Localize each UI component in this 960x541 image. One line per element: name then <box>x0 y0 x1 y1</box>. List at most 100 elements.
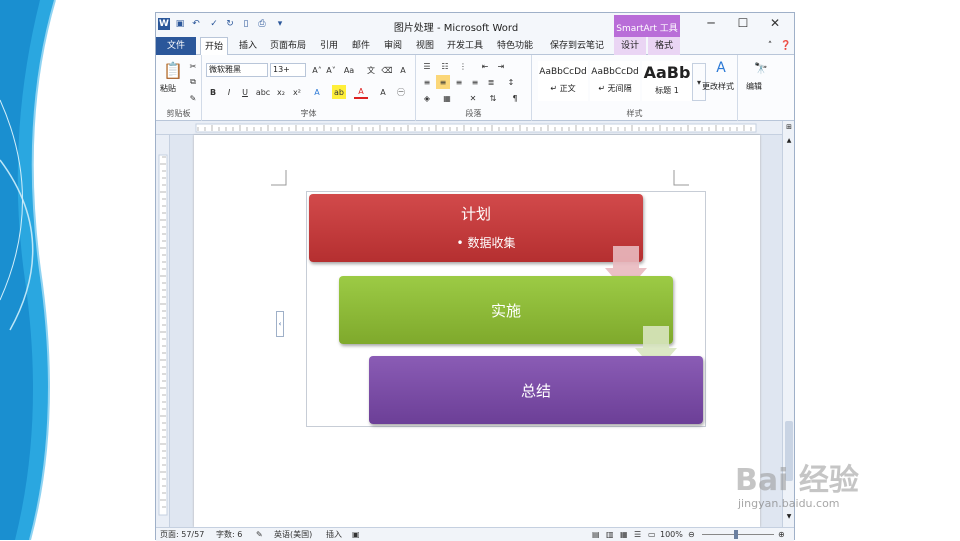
text-pane-toggle[interactable]: ‹ <box>276 311 284 337</box>
chinese-layout-icon[interactable]: ✕ <box>466 91 480 105</box>
enclosed-char-icon[interactable]: ㊀ <box>394 85 408 99</box>
tab-design[interactable]: 设计 <box>614 37 646 55</box>
phonetic-guide-icon[interactable]: 文 <box>364 63 378 77</box>
zoom-slider[interactable] <box>702 534 774 535</box>
document-page[interactable]: 计划 • 数据收集 实施 总结 ‹ <box>194 135 760 527</box>
editing-label[interactable]: 编辑 <box>746 81 762 92</box>
page-indicator[interactable]: 页面: 57/57 <box>160 529 204 541</box>
show-marks-icon[interactable]: ¶ <box>508 91 522 105</box>
zoom-out-icon[interactable]: ⊖ <box>688 529 695 541</box>
tab-format[interactable]: 格式 <box>648 37 680 55</box>
underline-icon[interactable]: U <box>238 85 252 99</box>
smartart-frame[interactable]: 计划 • 数据收集 实施 总结 <box>306 191 706 427</box>
tab-page-layout[interactable]: 页面布局 <box>266 37 310 55</box>
bullets-icon[interactable]: ☰ <box>420 59 434 73</box>
char-shading-icon[interactable]: A <box>376 85 390 99</box>
clear-format-icon[interactable]: ⌫ <box>380 63 394 77</box>
customize-qat-icon[interactable]: ▾ <box>274 18 286 30</box>
borders-icon[interactable]: ▦ <box>440 91 454 105</box>
change-styles-label[interactable]: 更改样式 <box>698 81 738 92</box>
zoom-in-icon[interactable]: ⊕ <box>778 529 785 541</box>
horizontal-ruler[interactable] <box>156 121 794 135</box>
style-heading1[interactable]: AaBb 标题 1 <box>642 61 692 101</box>
tab-references[interactable]: 引用 <box>314 37 344 55</box>
style-normal[interactable]: AaBbCcDd ↵ 正文 <box>538 61 588 101</box>
tab-home[interactable]: 开始 <box>200 37 228 56</box>
zoom-slider-thumb[interactable] <box>734 530 738 539</box>
tab-save-to-cloud[interactable]: 保存到云笔记 <box>542 37 612 55</box>
tab-insert[interactable]: 插入 <box>232 37 264 55</box>
copy-icon[interactable]: ⧉ <box>186 75 200 89</box>
tab-review[interactable]: 审阅 <box>378 37 408 55</box>
shading-icon[interactable]: ◈ <box>420 91 434 105</box>
full-screen-icon[interactable]: ▥ <box>606 529 614 541</box>
tab-mailings[interactable]: 邮件 <box>346 37 376 55</box>
tab-file[interactable]: 文件 <box>156 37 196 55</box>
strikethrough-icon[interactable]: abc <box>256 85 270 99</box>
word-count[interactable]: 字数: 6 <box>216 529 242 541</box>
binoculars-icon[interactable]: 🔭 <box>750 59 772 77</box>
italic-icon[interactable]: I <box>222 85 236 99</box>
maximize-button[interactable]: ☐ <box>728 16 758 34</box>
undo-icon[interactable]: ↶ <box>190 18 202 30</box>
increase-indent-icon[interactable]: ⇥ <box>494 59 508 73</box>
multilevel-list-icon[interactable]: ⋮ <box>456 59 470 73</box>
macro-icon[interactable]: ▣ <box>352 529 360 541</box>
smartart-box-implement[interactable]: 实施 <box>339 276 673 344</box>
close-button[interactable]: ✕ <box>760 16 790 34</box>
text-effects-icon[interactable]: A <box>310 85 324 99</box>
insert-mode[interactable]: 插入 <box>326 529 342 541</box>
numbering-icon[interactable]: ☷ <box>438 59 452 73</box>
tab-developer[interactable]: 开发工具 <box>442 37 488 55</box>
help-icon[interactable]: ❓ <box>780 37 792 55</box>
redo-icon[interactable]: ↻ <box>224 18 236 30</box>
change-styles-icon[interactable]: A <box>710 59 732 77</box>
ruler-toggle-icon[interactable]: ⊞ <box>784 123 794 133</box>
scroll-down-icon[interactable]: ▼ <box>785 513 793 521</box>
change-case-icon[interactable]: Aa <box>342 63 356 77</box>
decrease-indent-icon[interactable]: ⇤ <box>478 59 492 73</box>
new-doc-icon[interactable]: ▯ <box>240 18 252 30</box>
minimize-button[interactable]: ─ <box>696 16 726 34</box>
line-spacing-icon[interactable]: ↕ <box>504 75 518 89</box>
font-name-combo[interactable]: 微软雅黑 <box>206 63 268 77</box>
print-preview-icon[interactable]: ⎙ <box>256 18 268 30</box>
styles-group: AaBbCcDd ↵ 正文 AaBbCcDd ↵ 无间隔 AaBb 标题 1 ▾… <box>532 55 738 121</box>
font-size-combo[interactable]: 13+ <box>270 63 306 77</box>
draft-icon[interactable]: ▭ <box>648 529 656 541</box>
subscript-icon[interactable]: x₂ <box>274 85 288 99</box>
format-painter-icon[interactable]: ✎ <box>186 91 200 105</box>
style-no-spacing[interactable]: AaBbCcDd ↵ 无间隔 <box>590 61 640 101</box>
tab-view[interactable]: 视图 <box>410 37 440 55</box>
highlight-icon[interactable]: ab <box>332 85 346 99</box>
align-center-icon[interactable]: ≡ <box>436 75 450 89</box>
align-left-icon[interactable]: ≡ <box>420 75 434 89</box>
web-layout-icon[interactable]: ▦ <box>620 529 628 541</box>
outline-icon[interactable]: ☰ <box>634 529 641 541</box>
cut-icon[interactable]: ✂ <box>186 59 200 73</box>
proofing-icon[interactable]: ✎ <box>256 529 263 541</box>
zoom-level[interactable]: 100% <box>660 529 683 541</box>
minimize-ribbon-icon[interactable]: ˄ <box>764 37 776 55</box>
language[interactable]: 英语(美国) <box>274 529 312 541</box>
bold-icon[interactable]: B <box>206 85 220 99</box>
print-layout-icon[interactable]: ▤ <box>592 529 600 541</box>
vertical-ruler[interactable] <box>156 135 170 527</box>
sort-icon[interactable]: ⇅ <box>486 91 500 105</box>
font-color-icon[interactable]: A <box>354 85 368 99</box>
scroll-up-icon[interactable]: ▲ <box>785 137 793 145</box>
superscript-icon[interactable]: x² <box>290 85 304 99</box>
distributed-icon[interactable]: ≣ <box>484 75 498 89</box>
grow-font-icon[interactable]: A˄ <box>310 63 324 77</box>
tab-special-features[interactable]: 特色功能 <box>490 37 540 55</box>
justify-icon[interactable]: ≡ <box>468 75 482 89</box>
ruler-ticks <box>195 123 757 133</box>
check-icon[interactable]: ✓ <box>208 18 220 30</box>
paste-icon[interactable]: 📋 <box>162 59 184 81</box>
char-border-icon[interactable]: A <box>396 63 410 77</box>
align-right-icon[interactable]: ≡ <box>452 75 466 89</box>
smartart-box-summary[interactable]: 总结 <box>369 356 703 424</box>
shrink-font-icon[interactable]: A˅ <box>324 63 338 77</box>
save-icon[interactable]: ▣ <box>174 18 186 30</box>
smartart-box-plan[interactable]: 计划 • 数据收集 <box>309 194 643 262</box>
